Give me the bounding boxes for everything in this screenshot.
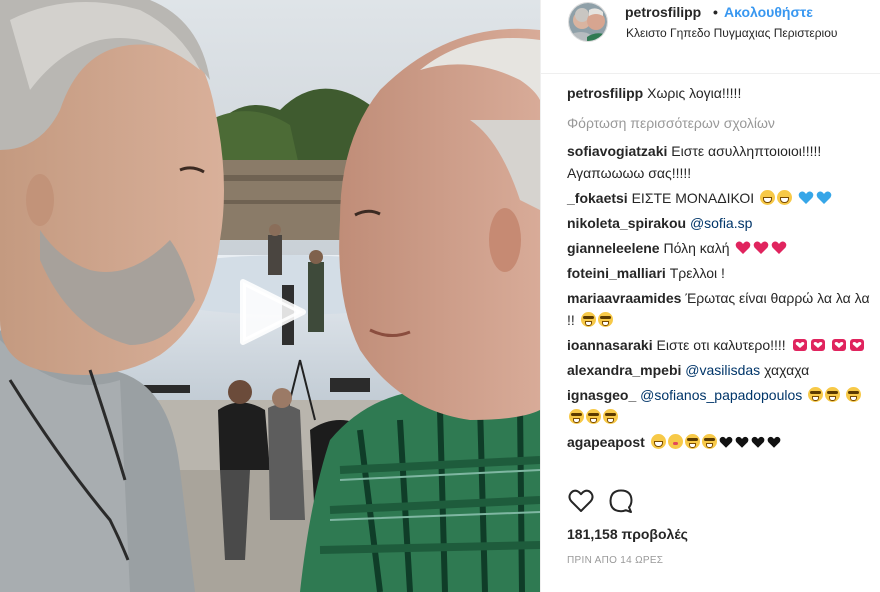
black-heart-icon — [751, 436, 765, 449]
heart-face-icon — [831, 338, 847, 352]
comment-item: agapeapost — [567, 431, 871, 453]
heart-face-icon — [792, 338, 808, 352]
post-actions — [567, 487, 867, 517]
comment-username[interactable]: agapeapost — [567, 434, 645, 450]
header-separator: • — [713, 4, 718, 20]
comment-item: ioannasaraki Ειστε οτι καλυτερο!!!! — [567, 334, 871, 356]
blue-heart-icon — [816, 191, 832, 205]
heart-outline-icon — [568, 489, 594, 512]
comment-bubble-icon — [609, 489, 633, 513]
comment-mention-link[interactable]: @sofianos_papadopoulos — [640, 387, 802, 403]
red-heart-icon — [735, 241, 751, 255]
profile-avatar-icon — [569, 3, 607, 41]
comment-item: nikoleta_spirakou @sofia.sp — [567, 212, 871, 234]
grinning-sweat-icon — [569, 409, 584, 424]
comment-text: Πόλη καλή — [663, 240, 730, 256]
heart-face-icon — [849, 338, 865, 352]
grinning-sweat-icon — [597, 312, 613, 327]
comment-item: ignasgeo_ @sofianos_papadopoulos — [567, 384, 871, 428]
comments-list: petrosfilipp Χωρις λογια!!!!! Φόρτωση πε… — [567, 82, 871, 456]
grinning-sweat-icon — [586, 409, 601, 424]
play-button[interactable] — [237, 276, 309, 348]
post-header: petrosfilipp • Ακολουθήστε Κλειστο Γηπεδ… — [541, 0, 880, 74]
views-number: 181,158 — [567, 526, 618, 542]
caption: petrosfilipp Χωρις λογια!!!!! — [567, 82, 871, 104]
grinning-face-icon — [760, 190, 776, 205]
comment-item: sofiavogiatzaki Ειστε ασυλληπτοιοιοι!!!!… — [567, 140, 871, 184]
comment-mention-link[interactable]: @sofia.sp — [690, 215, 752, 231]
instagram-post: petrosfilipp • Ακολουθήστε Κλειστο Γηπεδ… — [0, 0, 880, 592]
red-heart-icon — [753, 241, 769, 255]
follow-button[interactable]: Ακολουθήστε — [724, 4, 813, 20]
caption-username[interactable]: petrosfilipp — [567, 85, 643, 101]
grinning-face-icon — [650, 434, 666, 449]
comment-text: Τρελλοι ! — [669, 265, 725, 281]
comment-username[interactable]: gianneleelene — [567, 240, 660, 256]
load-more-comments-button[interactable]: Φόρτωση περισσότερων σχολίων — [567, 112, 871, 134]
comment-username[interactable]: foteini_malliari — [567, 265, 666, 281]
post-timestamp[interactable]: ΠΡΙΝ ΑΠΟ 14 ΩΡΕΣ — [567, 555, 663, 566]
red-heart-icon — [771, 241, 787, 255]
comment-item: mariaavraamides Έρωτας είναι θαρρώ λα λα… — [567, 287, 871, 331]
comment-username[interactable]: alexandra_mpebi — [567, 362, 681, 378]
like-button[interactable] — [567, 487, 597, 517]
location-link[interactable]: Κλειστο Γηπεδο Πυγμαχιας Περιστεριου — [626, 26, 837, 40]
comment-mention-link[interactable]: @vasilisdas — [685, 362, 760, 378]
comment-item: foteini_malliari Τρελλοι ! — [567, 262, 871, 284]
comment-item: _fokaetsi ΕΙΣΤΕ ΜΟΝΑΔΙΚΟΙ — [567, 187, 871, 209]
heart-face-icon — [810, 338, 826, 352]
grinning-sweat-icon — [808, 387, 824, 402]
post-side-panel: petrosfilipp • Ακολουθήστε Κλειστο Γηπεδ… — [540, 0, 880, 592]
comment-username[interactable]: sofiavogiatzaki — [567, 143, 667, 159]
avatar[interactable] — [568, 2, 608, 42]
comment-item: gianneleelene Πόλη καλή — [567, 237, 871, 259]
grinning-sweat-icon — [684, 434, 700, 449]
comment-username[interactable]: nikoleta_spirakou — [567, 215, 686, 231]
caption-text: Χωρις λογια!!!!! — [647, 85, 742, 101]
black-heart-icon — [767, 436, 781, 449]
comment-item: alexandra_mpebi @vasilisdas χαχαχα — [567, 359, 871, 381]
views-label: προβολές — [621, 526, 688, 542]
comment-username[interactable]: _fokaetsi — [567, 190, 628, 206]
comment-username[interactable]: ioannasaraki — [567, 337, 653, 353]
comment-text: χαχαχα — [764, 362, 810, 378]
expressionless-face-icon — [667, 434, 683, 449]
grinning-sweat-icon — [701, 434, 717, 449]
comment-text: ΕΙΣΤΕ ΜΟΝΑΔΙΚΟΙ — [631, 190, 755, 206]
grinning-sweat-icon — [580, 312, 596, 327]
black-heart-icon — [719, 436, 733, 449]
grinning-sweat-icon — [825, 387, 841, 402]
comment-username[interactable]: ignasgeo_ — [567, 387, 636, 403]
views-count[interactable]: 181,158 προβολές — [567, 526, 688, 542]
grinning-sweat-icon — [846, 387, 862, 402]
comment-button[interactable] — [607, 487, 637, 517]
play-icon — [240, 279, 306, 345]
grinning-sweat-icon — [603, 409, 618, 424]
video-media[interactable] — [0, 0, 540, 592]
comment-text: Ειστε οτι καλυτερο!!!! — [656, 337, 786, 353]
black-heart-icon — [735, 436, 749, 449]
blue-heart-icon — [798, 191, 814, 205]
comment-username[interactable]: mariaavraamides — [567, 290, 681, 306]
header-username-link[interactable]: petrosfilipp — [625, 4, 701, 20]
grinning-face-icon — [777, 190, 793, 205]
